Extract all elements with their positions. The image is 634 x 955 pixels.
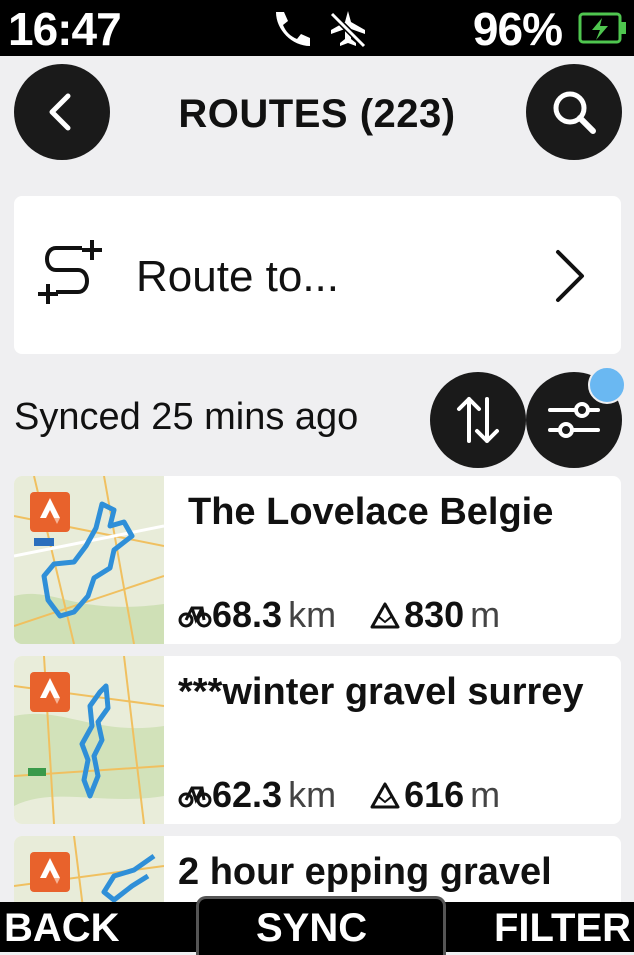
route-stats: 62.3 km 616 m: [178, 774, 500, 816]
elevation-value: 616: [404, 774, 465, 815]
filter-active-badge: [588, 366, 626, 404]
elevation-icon: [370, 602, 400, 629]
distance-unit: km: [288, 594, 337, 635]
phone-icon: [276, 12, 310, 46]
filter-softkey[interactable]: FILTER: [494, 906, 631, 951]
search-button[interactable]: [526, 64, 622, 160]
route-item[interactable]: The Lovelace Belgie 68.3 km 830 m: [14, 476, 621, 644]
distance-unit: km: [288, 774, 337, 815]
status-time: 16:47: [8, 3, 122, 55]
route-name: ***winter gravel surrey: [178, 671, 584, 713]
elevation-unit: m: [470, 774, 501, 815]
elevation-value: 830: [404, 594, 465, 635]
distance-value: 62.3: [212, 774, 283, 815]
elevation-unit: m: [470, 594, 501, 635]
bike-icon: [178, 786, 212, 808]
route-item[interactable]: ***winter gravel surrey 62.3 km 616 m: [14, 656, 621, 824]
sort-button[interactable]: [430, 372, 526, 468]
route-name: The Lovelace Belgie: [188, 491, 554, 533]
route-plus-icon: [38, 240, 102, 304]
status-bar: 16:47 96%: [0, 0, 634, 56]
header: ROUTES (223): [0, 56, 634, 166]
battery-charging-icon: [578, 12, 626, 44]
distance-value: 68.3: [212, 594, 283, 635]
sync-softkey[interactable]: SYNC: [256, 906, 367, 951]
route-to-label: Route to...: [136, 252, 340, 301]
strava-icon: [30, 672, 70, 712]
route-stats: 68.3 km 830 m: [178, 594, 500, 636]
search-icon: [553, 91, 596, 134]
back-softkey[interactable]: BACK: [4, 906, 120, 951]
strava-icon: [30, 852, 70, 892]
elevation-icon: [370, 782, 400, 809]
route-name: 2 hour epping gravel: [178, 851, 552, 893]
bike-icon: [178, 606, 212, 628]
battery-percent: 96%: [472, 3, 563, 55]
chevron-right-icon: [556, 250, 584, 302]
sort-icon: [457, 397, 499, 443]
airplane-off-icon: [329, 11, 367, 48]
sync-status: Synced 25 mins ago: [14, 396, 359, 438]
strava-icon: [30, 492, 70, 532]
route-to-button[interactable]: Route to...: [14, 196, 621, 354]
bottom-bar: BACK SYNC FILTER: [0, 896, 634, 955]
filter-sliders-icon: [548, 402, 600, 438]
